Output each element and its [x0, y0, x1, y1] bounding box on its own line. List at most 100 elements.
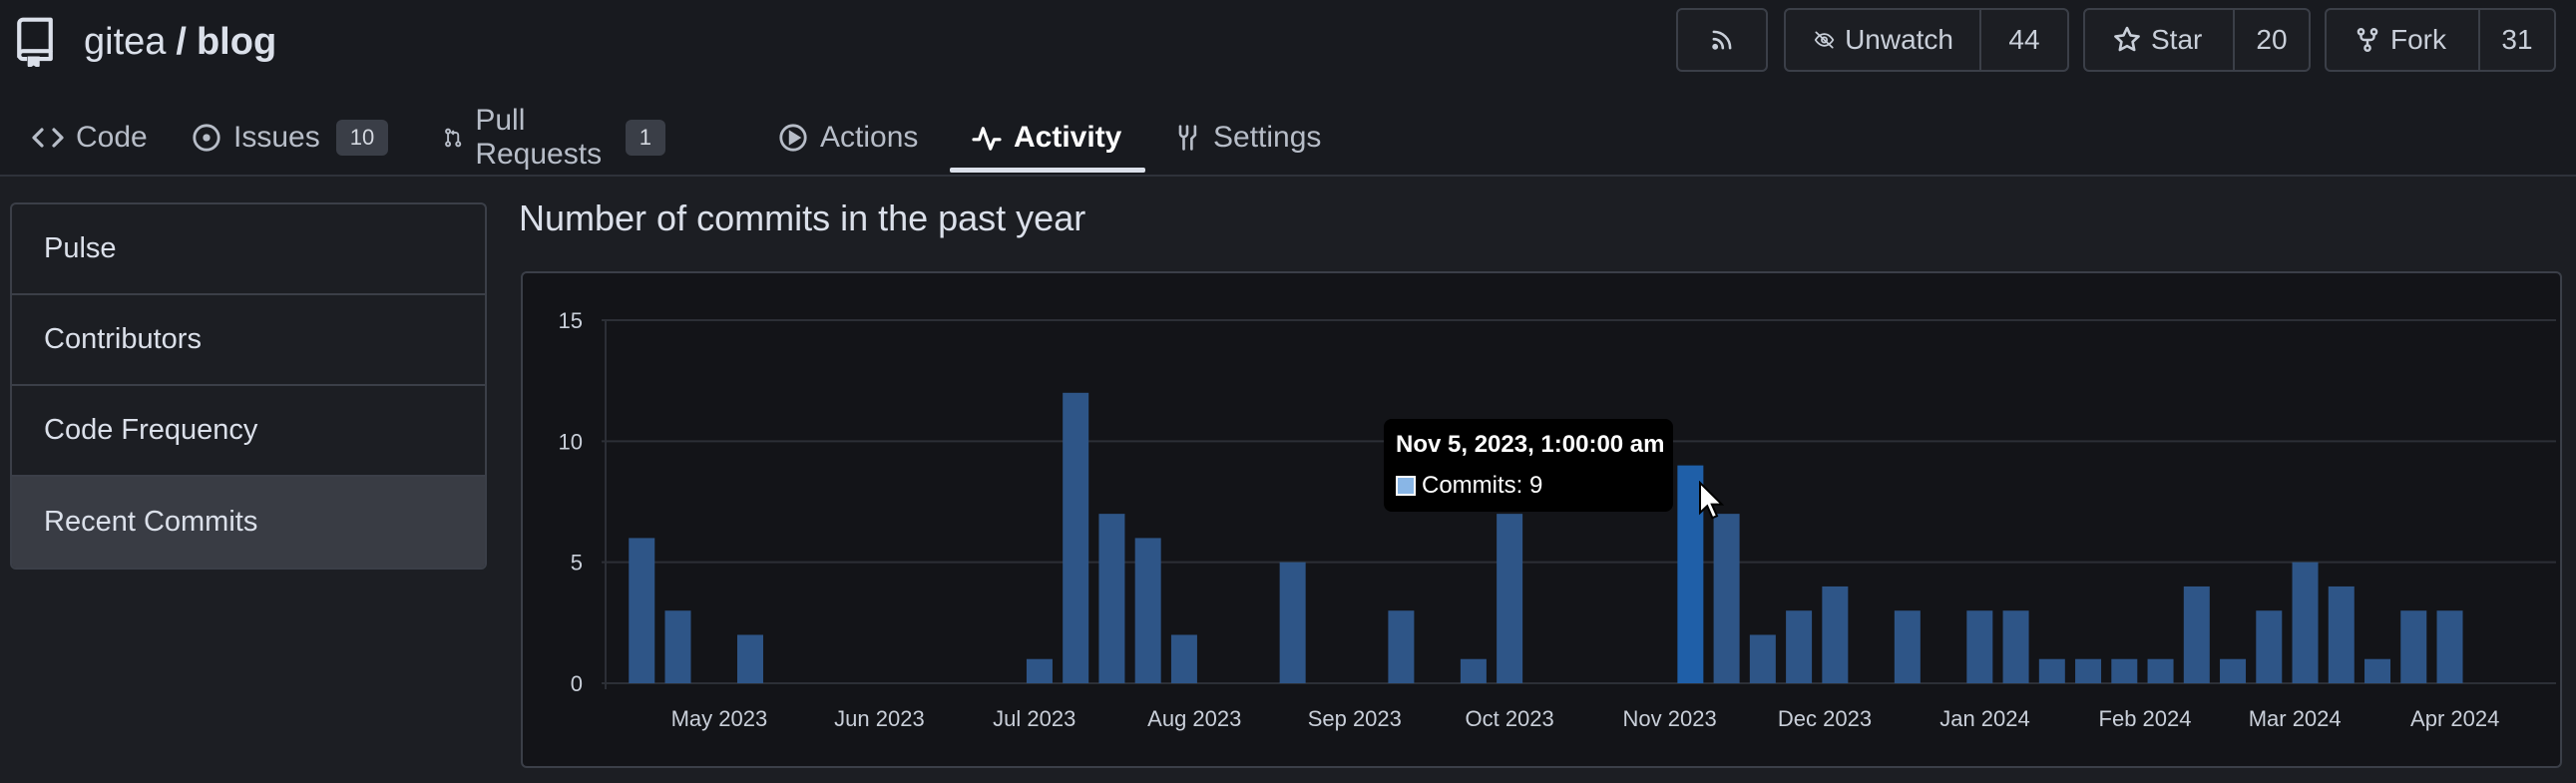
commit-bar[interactable] [2038, 658, 2065, 683]
x-tick-label: Dec 2023 [1778, 706, 1872, 731]
y-tick-label: 10 [559, 429, 583, 454]
forks-count[interactable]: 31 [2480, 10, 2554, 70]
chart-tooltip: Nov 5, 2023, 1:00:00 am Commits: 9 [1384, 419, 1673, 512]
tooltip-title: Nov 5, 2023, 1:00:00 am [1396, 431, 1665, 458]
eye-closed-icon [1814, 31, 1835, 49]
issue-icon [193, 123, 220, 152]
commit-bar[interactable] [1460, 658, 1487, 683]
tab-pull-requests-label: Pull Requests [475, 103, 603, 171]
tools-icon [1178, 124, 1197, 151]
tab-settings-label: Settings [1213, 120, 1322, 154]
watchers-count[interactable]: 44 [1981, 10, 2067, 70]
commit-bar[interactable] [2436, 610, 2463, 683]
repo-icon [17, 17, 53, 67]
mouse-cursor-icon [1699, 481, 1724, 520]
x-tick-label: Sep 2023 [1308, 706, 1402, 731]
commit-bar[interactable] [664, 610, 691, 683]
unwatch-button[interactable]: Unwatch [1786, 10, 1981, 70]
activity-sidebar: Pulse Contributors Code Frequency Recent… [10, 202, 487, 570]
fork-button-group: Fork 31 [2325, 8, 2556, 72]
tooltip-value: Commits: 9 [1422, 472, 1543, 499]
repo-separator: / [176, 20, 187, 63]
commit-bar[interactable] [2328, 586, 2355, 683]
fork-label: Fork [2390, 24, 2446, 55]
fork-icon [2357, 28, 2378, 52]
x-tick-label: Feb 2024 [2099, 706, 2192, 731]
commit-bar[interactable] [2256, 610, 2283, 683]
commit-bar[interactable] [1026, 658, 1053, 683]
commit-bar[interactable] [2002, 610, 2029, 683]
tab-issues-label: Issues [233, 120, 320, 154]
x-tick-label: Aug 2023 [1147, 706, 1241, 731]
tooltip-row: Commits: 9 [1396, 472, 1542, 500]
code-icon [32, 127, 64, 148]
fork-button[interactable]: Fork [2327, 10, 2480, 70]
commit-bar[interactable] [736, 634, 763, 683]
commit-bar[interactable] [2075, 658, 2102, 683]
x-tick-label: May 2023 [671, 706, 768, 731]
x-tick-label: Jul 2023 [993, 706, 1075, 731]
commit-bar[interactable] [1822, 586, 1849, 683]
commit-bar[interactable] [2364, 658, 2391, 683]
commit-bar[interactable] [1786, 610, 1813, 683]
commit-bar[interactable] [2111, 658, 2138, 683]
sidebar-item-contributors[interactable]: Contributors [12, 295, 485, 386]
commit-bar[interactable] [1063, 392, 1089, 683]
y-tick-label: 0 [571, 671, 583, 696]
pulse-icon [972, 126, 1002, 151]
tab-issues[interactable]: Issues 10 [192, 100, 389, 175]
commit-bar[interactable] [2183, 586, 2210, 683]
tab-actions-label: Actions [820, 120, 919, 154]
tab-actions[interactable]: Actions [778, 100, 918, 175]
x-tick-label: Mar 2024 [2249, 706, 2342, 731]
x-tick-label: Oct 2023 [1465, 706, 1553, 731]
repo-title: gitea / blog [14, 14, 276, 70]
commit-bar[interactable] [1098, 514, 1125, 683]
commit-bar[interactable] [1170, 634, 1197, 683]
tab-pull-requests[interactable]: Pull Requests 1 [443, 100, 665, 175]
x-tick-label: Nov 2023 [1623, 706, 1717, 731]
commit-bar[interactable] [1388, 610, 1415, 683]
issues-count-badge: 10 [335, 119, 389, 156]
tab-settings[interactable]: Settings [1173, 100, 1321, 175]
commit-bar[interactable] [1713, 514, 1740, 683]
pull-request-icon [445, 128, 462, 147]
tab-activity-label: Activity [1014, 120, 1122, 154]
commit-bar[interactable] [1497, 514, 1523, 683]
sidebar-item-pulse[interactable]: Pulse [12, 204, 485, 295]
commit-bar[interactable] [1749, 634, 1776, 683]
commit-bar[interactable] [2400, 610, 2427, 683]
sidebar-item-code-frequency[interactable]: Code Frequency [12, 386, 485, 477]
unwatch-label: Unwatch [1845, 24, 1953, 55]
commit-bar[interactable] [1134, 538, 1161, 683]
watch-button-group: Unwatch 44 [1784, 8, 2069, 72]
commit-bar[interactable] [2292, 562, 2319, 683]
play-icon [779, 123, 807, 152]
rss-feed-button[interactable] [1676, 8, 1768, 72]
commit-bar[interactable] [629, 538, 655, 683]
y-tick-label: 5 [571, 551, 583, 576]
active-tab-indicator [950, 168, 1145, 173]
sidebar-item-recent-commits[interactable]: Recent Commits [12, 477, 485, 568]
commits-chart-panel: 0 5 10 15 May 2023 Jun 2023 Jul 2023 Aug 2023 Se… [521, 271, 2562, 768]
page-title: Number of commits in the past year [519, 197, 1086, 238]
pull-requests-count-badge: 1 [625, 119, 665, 156]
star-icon [2114, 26, 2140, 52]
stars-count[interactable]: 20 [2235, 10, 2309, 70]
repo-owner-link[interactable]: gitea [84, 21, 166, 64]
star-button-group: Star 20 [2083, 8, 2311, 72]
star-button[interactable]: Star [2085, 10, 2235, 70]
commit-bar[interactable] [1966, 610, 1993, 683]
rss-icon [1712, 30, 1732, 50]
tab-code[interactable]: Code [32, 100, 148, 175]
repo-name-link[interactable]: blog [197, 21, 276, 64]
star-label: Star [2151, 24, 2203, 55]
commits-chart: 0 5 10 15 May 2023 Jun 2023 Jul 2023 Aug 2023 Se… [559, 308, 2556, 731]
repo-header: gitea / blog Unwatch 44 Star 20 Fork 31 … [0, 0, 2576, 177]
commit-bar[interactable] [2220, 658, 2247, 683]
y-tick-label: 15 [559, 308, 583, 333]
tab-activity[interactable]: Activity [972, 100, 1121, 175]
commit-bar[interactable] [1894, 610, 1921, 683]
commit-bar[interactable] [2147, 658, 2174, 683]
commit-bar[interactable] [1279, 562, 1306, 683]
